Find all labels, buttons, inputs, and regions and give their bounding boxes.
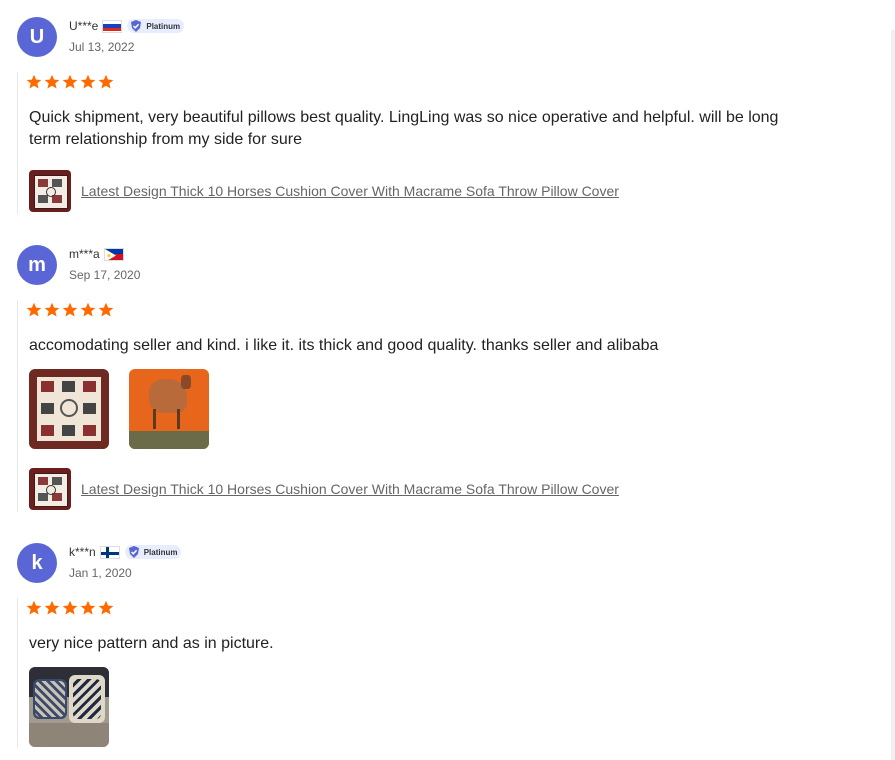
user-line: m***a: [69, 247, 124, 261]
russia-flag-icon: [102, 19, 123, 33]
star-icon: [26, 302, 42, 317]
user-line: k***n Platinum: [69, 545, 182, 559]
review-text: very nice pattern and as in picture.: [29, 635, 274, 652]
star-rating: [26, 74, 114, 90]
star-icon: [44, 600, 60, 615]
avatar: k: [17, 543, 57, 583]
star-rating: [26, 600, 114, 616]
review-photo[interactable]: [29, 667, 109, 747]
review-date: Jul 13, 2022: [69, 40, 135, 54]
review-text: accomodating seller and kind. i like it.…: [29, 337, 659, 354]
star-icon: [62, 74, 78, 89]
platinum-badge: Platinum: [124, 545, 182, 559]
username: U***e: [69, 19, 99, 33]
star-icon: [98, 302, 114, 317]
star-icon: [80, 302, 96, 317]
star-rating: [26, 302, 114, 318]
username: k***n: [69, 545, 96, 559]
star-icon: [26, 74, 42, 89]
philippines-flag-icon: [103, 247, 124, 261]
product-link[interactable]: Latest Design Thick 10 Horses Cushion Co…: [29, 468, 619, 510]
platinum-badge: Platinum: [127, 19, 185, 33]
star-icon: [98, 600, 114, 615]
star-icon: [26, 600, 42, 615]
avatar: U: [17, 17, 57, 57]
verified-shield-icon: [128, 546, 139, 558]
product-thumbnail[interactable]: [29, 468, 71, 510]
star-icon: [80, 74, 96, 89]
star-icon: [80, 600, 96, 615]
product-thumbnail[interactable]: [29, 170, 71, 212]
review-body: accomodating seller and kind. i like it.…: [17, 300, 838, 512]
star-icon: [44, 74, 60, 89]
product-name[interactable]: Latest Design Thick 10 Horses Cushion Co…: [81, 481, 619, 497]
review-photo[interactable]: [29, 369, 109, 449]
star-icon: [62, 302, 78, 317]
badge-label: Platinum: [146, 21, 181, 31]
review-text: Quick shipment, very beautiful pillows b…: [29, 109, 779, 148]
review-date: Jan 1, 2020: [69, 566, 132, 580]
badge-label: Platinum: [143, 547, 178, 557]
scrollbar-track[interactable]: [891, 30, 895, 760]
user-line: U***e Platinum: [69, 19, 185, 33]
review-body: Quick shipment, very beautiful pillows b…: [17, 72, 838, 214]
star-icon: [98, 74, 114, 89]
review-body: very nice pattern and as in picture.: [17, 598, 838, 748]
star-icon: [44, 302, 60, 317]
username: m***a: [69, 247, 100, 261]
product-name[interactable]: Latest Design Thick 10 Horses Cushion Co…: [81, 183, 619, 199]
finland-flag-icon: [99, 545, 120, 559]
product-link[interactable]: Latest Design Thick 10 Horses Cushion Co…: [29, 170, 619, 212]
review-photo[interactable]: [129, 369, 209, 449]
review-date: Sep 17, 2020: [69, 268, 141, 282]
verified-shield-icon: [131, 20, 142, 32]
star-icon: [62, 600, 78, 615]
avatar: m: [17, 245, 57, 285]
